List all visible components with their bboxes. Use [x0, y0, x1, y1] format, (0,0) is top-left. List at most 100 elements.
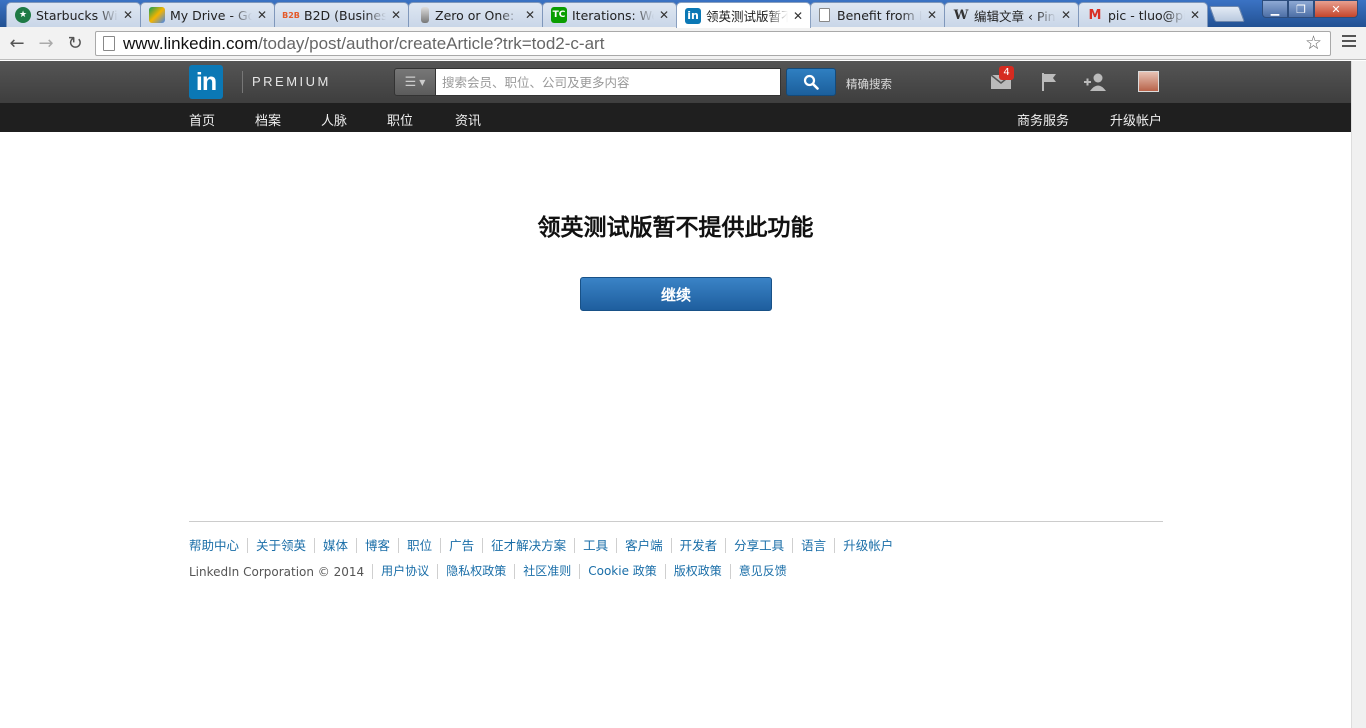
bookmark-star-icon[interactable]: ☆ [1305, 32, 1322, 55]
page-icon [103, 36, 115, 51]
footer-link-language[interactable]: 语言 [792, 538, 834, 553]
window-controls: ▁ ❐ ✕ [1262, 0, 1358, 18]
footer-link-developers[interactable]: 开发者 [670, 538, 726, 553]
footer-link-mobile[interactable]: 客户端 [616, 538, 671, 553]
search-button[interactable] [786, 68, 836, 96]
browser-tab[interactable]: W 编辑文章 ‹ Pin ✕ [944, 2, 1079, 27]
browser-tab[interactable]: B2B B2D (Busines ✕ [274, 2, 409, 27]
copyright-text: LinkedIn Corporation © 2014 [189, 564, 365, 579]
browser-tab[interactable]: M pic - tluo@pi ✕ [1078, 2, 1208, 27]
address-bar[interactable]: www.linkedin.com/today/post/author/creat… [95, 31, 1331, 56]
caret-down-icon: ▼ [419, 77, 426, 87]
footer-link-user-agreement[interactable]: 用户协议 [372, 564, 437, 579]
close-window-icon[interactable]: ✕ [1314, 0, 1358, 18]
close-tab-icon[interactable]: ✕ [390, 8, 402, 22]
browser-tab[interactable]: Benefit from I ✕ [810, 2, 945, 27]
page-title: 领英测试版暂不提供此功能 [537, 214, 814, 241]
browser-tab[interactable]: TC Iterations: We ✕ [542, 2, 677, 27]
footer-link-about[interactable]: 关于领英 [247, 538, 314, 553]
nav-item-network[interactable]: 人脉 [321, 110, 347, 129]
wordpress-icon: W [953, 7, 969, 23]
forward-arrow-icon[interactable]: → [34, 32, 58, 54]
footer-link-blog[interactable]: 博客 [356, 538, 398, 553]
add-connections-button[interactable] [1082, 70, 1108, 94]
close-tab-icon[interactable]: ✕ [1060, 8, 1072, 22]
search-icon [803, 74, 819, 90]
linkedin-logo[interactable]: in [189, 65, 223, 99]
tab-title: 编辑文章 ‹ Pin [974, 8, 1056, 24]
nav-item-home[interactable]: 首页 [189, 110, 215, 129]
close-tab-icon[interactable]: ✕ [256, 8, 268, 22]
footer-link-advertising[interactable]: 广告 [440, 538, 482, 553]
close-tab-icon[interactable]: ✕ [658, 8, 670, 22]
browser-tab[interactable]: My Drive - Go ✕ [140, 2, 275, 27]
search-input[interactable] [436, 68, 781, 96]
linkedin-icon: in [685, 7, 701, 24]
footer-link-talent-solutions[interactable]: 征才解决方案 [482, 538, 574, 553]
browser-tab[interactable]: ★ Starbucks Wi ✕ [6, 2, 141, 27]
tab-title: Iterations: We [572, 7, 654, 23]
flag-icon [1042, 73, 1056, 91]
blank-page-icon [819, 8, 830, 22]
divider [242, 71, 243, 93]
nav-item-jobs[interactable]: 职位 [387, 110, 413, 129]
footer-link-copyright-policy[interactable]: 版权政策 [664, 564, 730, 579]
notifications-button[interactable] [1036, 70, 1062, 94]
footer-link-help[interactable]: 帮助中心 [189, 538, 247, 553]
browser-tab-strip: ★ Starbucks Wi ✕ My Drive - Go ✕ B2B B2D… [0, 0, 1366, 28]
footer-link-upgrade[interactable]: 升级帐户 [834, 538, 901, 553]
browser-tab[interactable]: Zero or One: ✕ [408, 2, 543, 27]
advanced-search-link[interactable]: 精确搜索 [846, 76, 892, 92]
browser-tab-active[interactable]: in 领英测试版暂不 ✕ [676, 2, 811, 28]
footer-link-cookie-policy[interactable]: Cookie 政策 [579, 564, 665, 579]
techcrunch-icon: TC [551, 7, 567, 23]
continue-button[interactable]: 继续 [580, 277, 772, 311]
url-path: /today/post/author/createArticle?trk=tod… [258, 33, 605, 53]
footer-links-primary: 帮助中心 关于领英 媒体 博客 职位 广告 征才解决方案 工具 客户端 开发者 … [189, 538, 901, 553]
tab-title: 领英测试版暂不 [706, 9, 788, 24]
footer-link-tools[interactable]: 工具 [574, 538, 616, 553]
new-tab-button[interactable] [1209, 6, 1245, 22]
nav-item-business-services[interactable]: 商务服务 [1017, 110, 1069, 129]
footer-link-press[interactable]: 媒体 [314, 538, 356, 553]
close-tab-icon[interactable]: ✕ [524, 8, 536, 22]
back-arrow-icon[interactable]: ← [5, 32, 29, 54]
footer-link-careers[interactable]: 职位 [398, 538, 440, 553]
tab-title: B2D (Busines [304, 7, 386, 23]
tab-title: Starbucks Wi [36, 7, 118, 23]
footer-link-community-guidelines[interactable]: 社区准则 [514, 564, 579, 579]
chrome-menu-icon[interactable] [1342, 35, 1356, 50]
gmail-icon: M [1088, 7, 1102, 23]
url-host: www.linkedin.com [123, 33, 259, 53]
footer-link-publishers[interactable]: 分享工具 [725, 538, 792, 553]
close-tab-icon[interactable]: ✕ [122, 8, 134, 22]
footer-links-legal: LinkedIn Corporation © 2014 用户协议 隐私权政策 社… [189, 564, 795, 579]
search-filter-dropdown[interactable]: ☰ ▼ [394, 68, 436, 96]
nav-item-upgrade[interactable]: 升级帐户 [1110, 110, 1162, 129]
maximize-icon[interactable]: ❐ [1288, 0, 1314, 18]
avatar[interactable] [1138, 71, 1159, 92]
tab-title: pic - tluo@pi [1108, 7, 1185, 23]
messages-count-badge: 4 [999, 66, 1014, 80]
nav-item-profile[interactable]: 档案 [255, 110, 281, 129]
close-tab-icon[interactable]: ✕ [1189, 8, 1201, 22]
tab-title: My Drive - Go [170, 7, 252, 23]
premium-label[interactable]: PREMIUM [252, 74, 331, 89]
reload-icon[interactable]: ↻ [63, 32, 87, 54]
nav-item-interests[interactable]: 资讯 [455, 110, 481, 129]
linkedin-header: in PREMIUM ☰▼ 精确搜索 4 [0, 61, 1351, 103]
footer-link-privacy-policy[interactable]: 隐私权政策 [437, 564, 514, 579]
minimize-icon[interactable]: ▁ [1262, 0, 1288, 18]
list-icon: ☰ [404, 74, 417, 90]
tab-title: Zero or One: [435, 7, 515, 23]
b2b-logo-icon: B2B [282, 10, 300, 20]
bottle-icon [421, 7, 429, 23]
close-tab-icon[interactable]: ✕ [792, 9, 804, 23]
tab-title: Benefit from I [837, 7, 922, 23]
vertical-scrollbar[interactable] [1351, 61, 1366, 728]
browser-toolbar: ← → ↻ www.linkedin.com/today/post/author… [0, 27, 1366, 60]
footer-link-feedback[interactable]: 意见反馈 [729, 564, 795, 579]
close-tab-icon[interactable]: ✕ [926, 8, 938, 22]
add-person-icon [1084, 73, 1106, 91]
google-drive-icon [149, 7, 165, 23]
